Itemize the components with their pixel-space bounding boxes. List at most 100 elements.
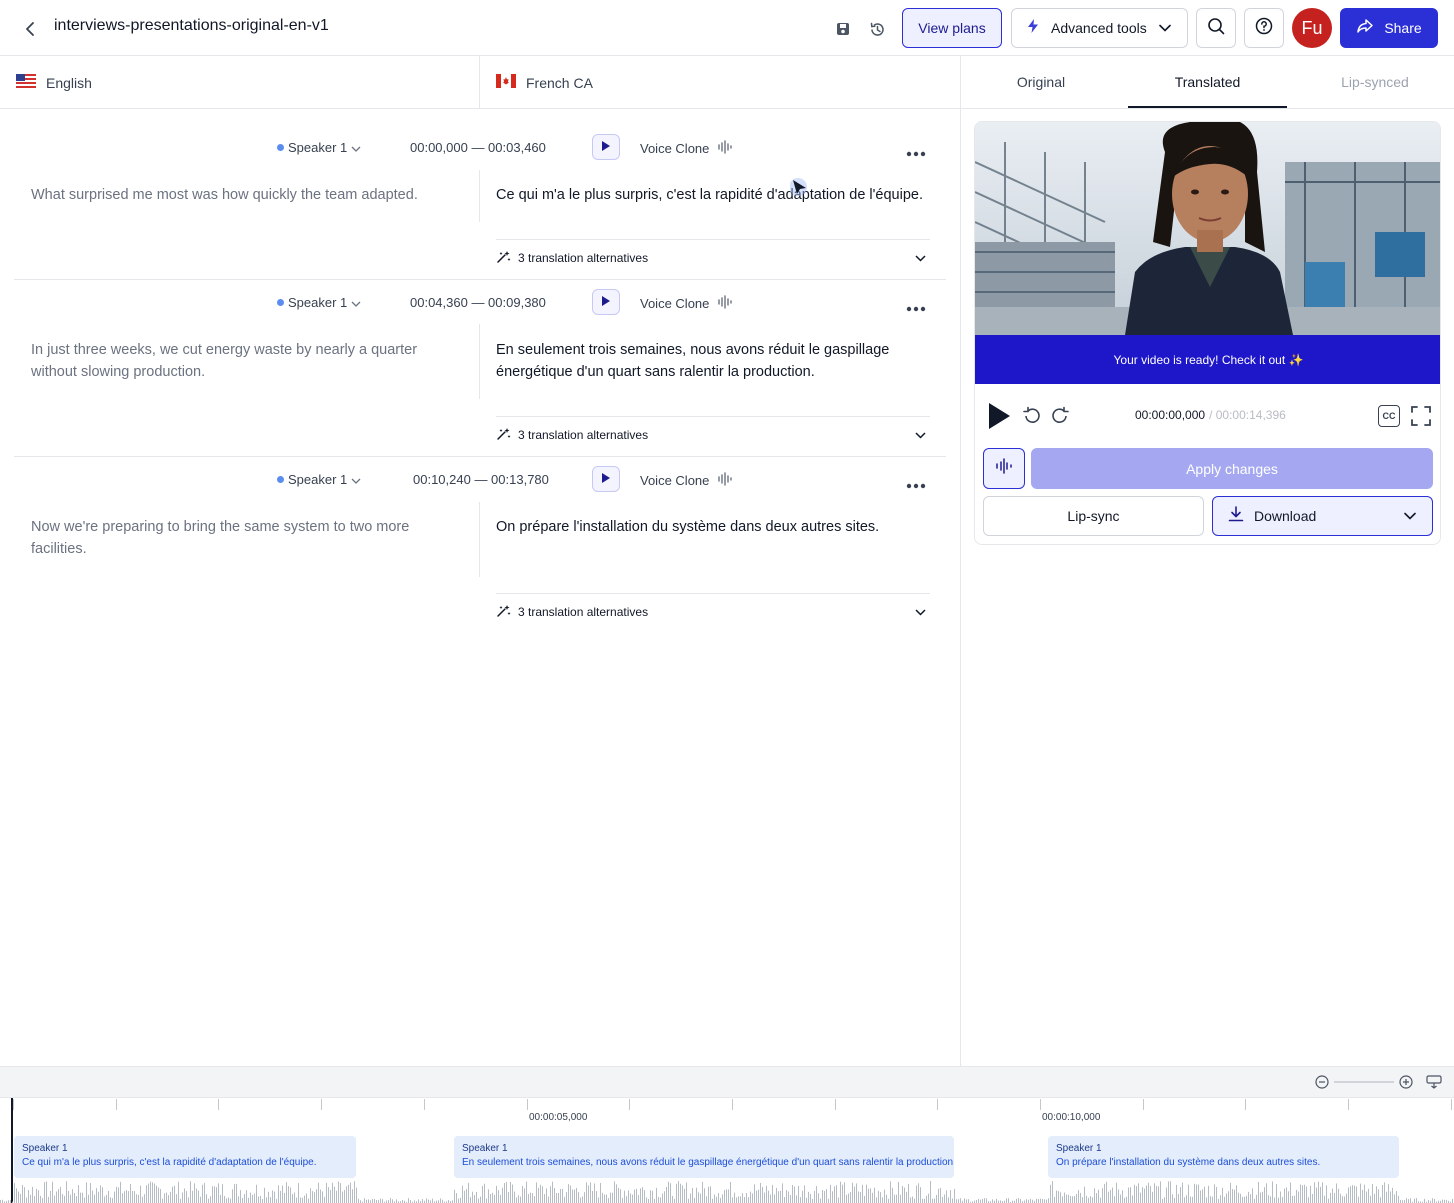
segment-timecode[interactable]: 00:00,000 — 00:03,460	[410, 140, 546, 155]
target-text[interactable]: Ce qui m'a le plus surpris, c'est la rap…	[496, 184, 926, 206]
source-text[interactable]: What surprised me most was how quickly t…	[31, 184, 451, 206]
timeline-clip[interactable]: Speaker 1 En seulement trois semaines, n…	[454, 1136, 954, 1178]
chevron-down-icon	[351, 295, 361, 310]
alternatives-label: 3 translation alternatives	[518, 428, 649, 442]
alternatives-label: 3 translation alternatives	[518, 251, 649, 265]
search-button[interactable]	[1196, 8, 1236, 48]
more-options-icon[interactable]	[906, 476, 926, 494]
subtitle-track-icon[interactable]	[1426, 1075, 1442, 1094]
chevron-down-icon	[1404, 507, 1416, 525]
target-language[interactable]: French CA	[496, 74, 593, 91]
zoom-in-icon[interactable]	[1399, 1075, 1413, 1094]
play-icon[interactable]	[987, 402, 1011, 435]
voice-selector[interactable]: Voice Clone	[640, 295, 733, 312]
share-button[interactable]: Share	[1340, 8, 1438, 48]
captions-button[interactable]: CC	[1378, 405, 1400, 427]
history-icon[interactable]	[866, 18, 888, 40]
ruler-tick	[835, 1099, 836, 1110]
translation-alternatives-toggle[interactable]: 3 translation alternatives	[496, 249, 930, 267]
ruler-tick	[13, 1099, 14, 1110]
sparkles-icon	[496, 604, 512, 621]
mouse-cursor-icon	[789, 178, 812, 205]
ruler-tick	[732, 1099, 733, 1110]
voice-selector[interactable]: Voice Clone	[640, 472, 733, 489]
speaker-dot-icon	[277, 476, 284, 483]
segment-play-button[interactable]	[592, 289, 620, 315]
sparkles-icon	[496, 250, 512, 267]
help-button[interactable]	[1244, 8, 1284, 48]
ruler-tick	[1040, 1099, 1041, 1110]
timeline-toolbar	[0, 1067, 1454, 1098]
back-arrow-icon[interactable]	[20, 18, 42, 40]
speaker-dot-icon	[277, 299, 284, 306]
save-icon[interactable]	[832, 18, 854, 40]
help-icon	[1255, 17, 1273, 40]
tab-original[interactable]: Original	[961, 74, 1121, 90]
voice-selector[interactable]: Voice Clone	[640, 140, 733, 157]
speaker-label: Speaker 1	[288, 140, 348, 155]
download-dropdown[interactable]: Download	[1212, 496, 1433, 536]
chevron-down-icon	[915, 428, 926, 442]
waveform-icon	[717, 472, 733, 489]
clip-text: On prépare l'installation du système dan…	[1056, 1157, 1321, 1168]
zoom-out-icon[interactable]	[1315, 1075, 1329, 1094]
translation-alternatives-toggle[interactable]: 3 translation alternatives	[496, 426, 930, 444]
clip-speaker: Speaker 1	[1056, 1143, 1102, 1154]
audio-wave-button[interactable]	[983, 448, 1025, 489]
timeline-clip[interactable]: Speaker 1 Ce qui m'a le plus surpris, c'…	[14, 1136, 356, 1178]
target-language-label: French CA	[526, 74, 593, 91]
speaker-selector[interactable]: Speaker 1	[277, 295, 361, 310]
translation-alternatives-toggle[interactable]: 3 translation alternatives	[496, 603, 930, 621]
ruler-tick	[629, 1099, 630, 1110]
ruler-tick	[218, 1099, 219, 1110]
fullscreen-icon[interactable]	[1411, 406, 1431, 431]
more-options-icon[interactable]	[906, 144, 926, 162]
ruler-tick	[1348, 1099, 1349, 1110]
rewind-icon[interactable]	[1022, 406, 1042, 431]
apply-changes-button[interactable]: Apply changes	[1031, 448, 1433, 489]
video-ready-banner: Your video is ready! Check it out ✨	[975, 335, 1440, 384]
timeline-clip[interactable]: Speaker 1 On prépare l'installation du s…	[1048, 1136, 1399, 1178]
advanced-tools-dropdown[interactable]: Advanced tools	[1011, 8, 1188, 48]
audio-waveform	[0, 1181, 1453, 1203]
forward-icon[interactable]	[1050, 406, 1070, 431]
voice-label: Voice Clone	[640, 141, 710, 156]
download-label: Download	[1254, 508, 1317, 524]
segment-timecode[interactable]: 00:04,360 — 00:09,380	[410, 295, 546, 310]
speaker-dot-icon	[277, 144, 284, 151]
segment-timecode[interactable]: 00:10,240 — 00:13,780	[413, 472, 549, 487]
source-language[interactable]: English	[16, 74, 92, 91]
tab-translated[interactable]: Translated	[1128, 74, 1287, 90]
share-label: Share	[1384, 20, 1422, 36]
current-time: 00:00:00,000	[1135, 408, 1206, 422]
segment-play-button[interactable]	[592, 466, 620, 492]
tab-lip-synced[interactable]: Lip-synced	[1295, 74, 1454, 90]
total-time: / 00:00:14,396	[1209, 408, 1286, 422]
target-text[interactable]: En seulement trois semaines, nous avons …	[496, 339, 926, 383]
sparkles-icon	[496, 427, 512, 444]
view-plans-button[interactable]: View plans	[902, 8, 1002, 48]
chevron-down-icon	[351, 140, 361, 155]
timeline: 00:00:05,000 00:00:10,000 Speaker 1 Ce q…	[0, 1066, 1454, 1203]
preview-panel: Original Translated Lip-synced Your vide…	[960, 56, 1454, 1066]
canada-flag-icon	[496, 74, 516, 91]
target-text[interactable]: On prépare l'installation du système dan…	[496, 516, 926, 538]
timecode-label: 00:00:05,000	[529, 1112, 588, 1123]
source-text[interactable]: In just three weeks, we cut energy waste…	[31, 339, 451, 383]
speaker-selector[interactable]: Speaker 1	[277, 140, 361, 155]
video-frame[interactable]	[975, 122, 1440, 335]
avatar[interactable]: Fu	[1292, 8, 1332, 48]
source-text[interactable]: Now we're preparing to bring the same sy…	[31, 516, 451, 560]
speaker-selector[interactable]: Speaker 1	[277, 472, 361, 487]
lightning-icon	[1026, 18, 1040, 39]
us-flag-icon	[16, 74, 36, 91]
ruler-tick	[424, 1099, 425, 1110]
more-options-icon[interactable]	[906, 299, 926, 317]
zoom-slider[interactable]	[1334, 1081, 1394, 1083]
speaker-label: Speaker 1	[288, 295, 348, 310]
segment-play-button[interactable]	[592, 134, 620, 160]
video-player: Your video is ready! Check it out ✨ 00:0…	[974, 121, 1441, 545]
lip-sync-button[interactable]: Lip-sync	[983, 496, 1204, 536]
voice-label: Voice Clone	[640, 473, 710, 488]
play-icon	[602, 293, 610, 311]
